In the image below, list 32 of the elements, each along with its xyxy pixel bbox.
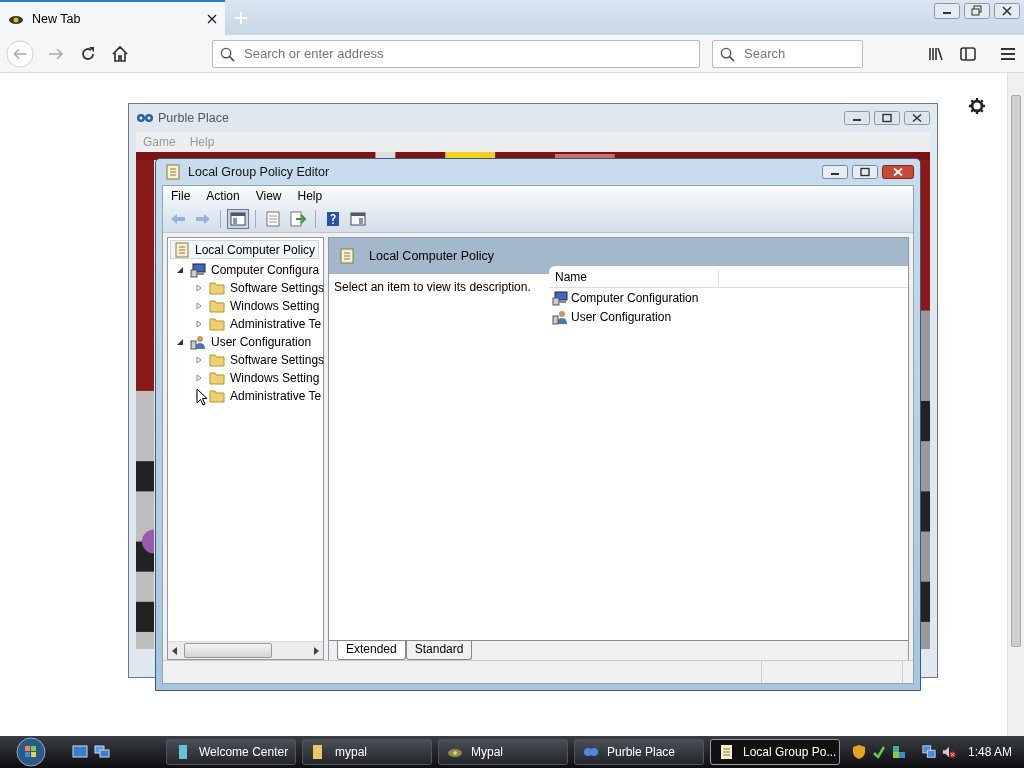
browser-tab[interactable]: New Tab bbox=[0, 0, 225, 35]
menu-item[interactable]: View bbox=[247, 189, 290, 203]
address-field[interactable]: Search or enter address bbox=[212, 39, 700, 68]
menu-item[interactable]: Action bbox=[198, 189, 248, 203]
description-text: Select an item to view its description. bbox=[334, 280, 531, 294]
tree-item[interactable]: Software Settings bbox=[205, 350, 329, 369]
taskbar-button[interactable]: Purble Place bbox=[574, 739, 704, 765]
tree-item[interactable]: User Configuration bbox=[186, 332, 316, 351]
window-title: Purble Place bbox=[158, 111, 229, 125]
tree-item[interactable]: Windows Setting bbox=[205, 296, 324, 315]
tree-item[interactable]: Computer Configura bbox=[186, 260, 324, 279]
clock: 1:48 AM bbox=[968, 745, 1012, 759]
tree-item[interactable]: Administrative Te bbox=[205, 386, 326, 405]
taskbar-button[interactable]: Welcome Center bbox=[166, 739, 296, 765]
menu-item[interactable]: Help bbox=[289, 189, 331, 203]
taskbar-button[interactable]: mypal bbox=[302, 739, 432, 765]
tab-title: New Tab bbox=[32, 11, 82, 26]
taskbar-button[interactable]: Mypal bbox=[438, 739, 568, 765]
tree-item[interactable]: Administrative Te bbox=[205, 314, 326, 333]
tree-item[interactable]: Windows Setting bbox=[205, 368, 324, 387]
view-tab[interactable]: Standard bbox=[405, 641, 473, 660]
view-tab[interactable]: Extended bbox=[337, 641, 406, 660]
tree-item[interactable]: Local Computer Policy bbox=[170, 240, 320, 259]
list-item[interactable]: User Configuration bbox=[549, 307, 908, 326]
tree-item[interactable]: Software Settings bbox=[205, 278, 329, 297]
menu-item[interactable]: File bbox=[163, 189, 199, 203]
window-title: Local Group Policy Editor bbox=[188, 165, 330, 179]
search-field[interactable]: Search bbox=[712, 39, 863, 68]
column-header[interactable]: Name bbox=[549, 270, 719, 288]
pane-title: Local Computer Policy bbox=[369, 249, 495, 263]
taskbar-button[interactable]: Local Group Po... bbox=[710, 739, 840, 765]
list-item[interactable]: Computer Configuration bbox=[549, 288, 908, 307]
